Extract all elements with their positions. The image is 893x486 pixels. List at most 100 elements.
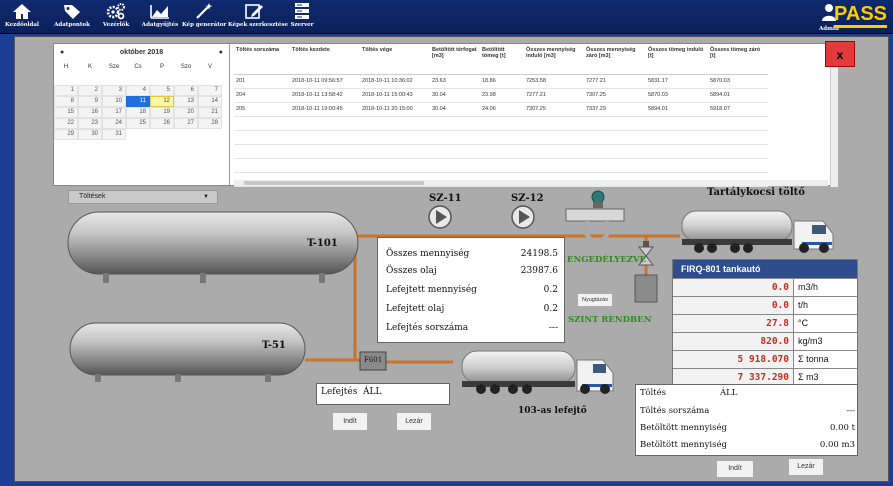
- calendar-day[interactable]: 1: [54, 85, 78, 96]
- table-header-cell[interactable]: Töltés vége: [360, 44, 430, 75]
- toolbar-imagegen-label: Kép generátor: [182, 22, 227, 28]
- unloading-status-box: Lefejtés ÁLL: [316, 383, 450, 405]
- table-empty-cell: [708, 144, 768, 159]
- table-empty-cell: [290, 116, 360, 131]
- calendar-day[interactable]: 30: [78, 129, 102, 140]
- pump-sz12[interactable]: [511, 205, 535, 229]
- info-value: 0.2: [543, 304, 558, 314]
- info-row: Lefejtett olaj 0.2: [386, 304, 558, 318]
- calendar-day[interactable]: 12: [150, 96, 174, 107]
- table-empty-cell: [708, 116, 768, 131]
- calendar-day: [174, 74, 198, 85]
- calendar-day[interactable]: 8: [54, 96, 78, 107]
- table-header-cell[interactable]: Összes mennyiség induló [m3]: [524, 44, 584, 75]
- calendar-day[interactable]: 19: [150, 107, 174, 118]
- toolbar-datacollection-button[interactable]: Adatgyűjtés: [138, 2, 182, 32]
- calendar-day[interactable]: 22: [54, 118, 78, 129]
- calendar-day[interactable]: 25: [126, 118, 150, 129]
- loading-truck: [681, 210, 834, 253]
- calendar-day[interactable]: 15: [54, 107, 78, 118]
- calendar-day[interactable]: 10: [102, 96, 126, 107]
- table-header-cell[interactable]: Összes tömeg induló [t]: [646, 44, 708, 75]
- scroll-thumb[interactable]: [244, 181, 424, 185]
- calendar-day[interactable]: 24: [102, 118, 126, 129]
- unloading-start-button[interactable]: Indít: [332, 412, 368, 431]
- calendar-day[interactable]: 2: [78, 85, 102, 96]
- calendar-day[interactable]: 16: [78, 107, 102, 118]
- info-row: Lefejtett mennyiség 0.2: [386, 285, 558, 299]
- table-header-cell[interactable]: Betöltött tömeg [t]: [480, 44, 524, 75]
- calendar-day[interactable]: 4: [126, 85, 150, 96]
- calendar-day[interactable]: 5: [150, 85, 174, 96]
- loading-stop-button[interactable]: Lezár: [788, 458, 824, 476]
- flow-meter[interactable]: [565, 190, 625, 243]
- table-row[interactable]: 204 2018-10-11 13:58:42 2018-10-11 15:00:4…: [234, 88, 768, 103]
- calendar-day[interactable]: 14: [198, 96, 222, 107]
- table-cell: 5870.03: [646, 88, 708, 103]
- calendar-day[interactable]: 13: [174, 96, 198, 107]
- table-cell: 7277.21: [524, 88, 584, 103]
- toolbar-imagegen-button[interactable]: Kép generátor: [182, 2, 226, 32]
- calendar-day[interactable]: 3: [102, 85, 126, 96]
- calendar-day[interactable]: 17: [102, 107, 126, 118]
- firq-row: 0.0 m3/h: [673, 278, 857, 296]
- table-header-cell[interactable]: Összes tömeg záró [t]: [708, 44, 768, 75]
- tank-t51[interactable]: [69, 322, 306, 382]
- info-value: 0.2: [543, 285, 558, 295]
- table-header-cell[interactable]: Összes mennyiség záró [m3]: [584, 44, 646, 75]
- toolbar-imageedit-button[interactable]: Képek szerkesztése: [228, 2, 289, 32]
- calendar-day[interactable]: 7: [198, 85, 222, 96]
- toolbar-home-button[interactable]: Kezdőoldal: [0, 2, 44, 32]
- calendar-day[interactable]: 11: [126, 96, 150, 107]
- table-empty-cell: [646, 116, 708, 131]
- calendar-day[interactable]: 23: [78, 118, 102, 129]
- calendar-day[interactable]: 6: [174, 85, 198, 96]
- calendar-day: [198, 74, 222, 85]
- calendar-prev-icon[interactable]: ●: [60, 49, 64, 56]
- view-select[interactable]: Töltések ▼: [68, 190, 218, 204]
- unloading-stop-button[interactable]: Lezár: [396, 412, 432, 431]
- acknowledge-button[interactable]: Nyugtázás: [577, 293, 613, 307]
- toolbar-server-button[interactable]: Szerver: [280, 2, 324, 32]
- calendar-day[interactable]: 26: [150, 118, 174, 129]
- table-cell: 2018-10-11 10:36:02: [360, 74, 430, 89]
- close-button[interactable]: x: [825, 41, 855, 67]
- table-empty-cell: [584, 158, 646, 173]
- calendar-week: 1234567: [54, 85, 229, 96]
- calendar-day[interactable]: 27: [174, 118, 198, 129]
- table-empty-cell: [360, 116, 430, 131]
- firq-value: 5 918.070: [673, 351, 793, 368]
- calendar-day[interactable]: 29: [54, 129, 78, 140]
- table-cell: 2018-10-11 20:15:00: [360, 102, 430, 117]
- calendar-day: [174, 129, 198, 140]
- table-row[interactable]: 201 2018-10-11 09:56:57 2018-10-11 10:36:0…: [234, 74, 768, 89]
- calendar-next-icon[interactable]: ●: [219, 49, 223, 56]
- table-cell: 30.04: [430, 102, 480, 117]
- calendar-day[interactable]: 9: [78, 96, 102, 107]
- toolbar-datapoints-button[interactable]: Adatpontok: [50, 2, 94, 32]
- table-horizontal-scrollbar[interactable]: [234, 180, 828, 186]
- calendar-weekdays: H K Sze Cs P Szo V: [54, 60, 229, 74]
- toolbar-controllers-button[interactable]: Vezérlők: [94, 2, 138, 32]
- toolbar-imageedit-label: Képek szerkesztése: [228, 22, 289, 28]
- table-cell: 30.04: [430, 88, 480, 103]
- calendar-day[interactable]: 28: [198, 118, 222, 129]
- toolbar-server-label: Szerver: [290, 22, 314, 28]
- permission-status: ENGEDÉLYEZVE: [567, 255, 647, 265]
- table-row[interactable]: 205 2018-10-11 19:00:45 2018-10-11 20:15:0…: [234, 102, 768, 117]
- info-label: Lefejtett olaj: [386, 304, 445, 314]
- table-cell: 23.98: [480, 88, 524, 103]
- calendar-day[interactable]: 18: [126, 107, 150, 118]
- table-body: 201 2018-10-11 09:56:57 2018-10-11 10:36:0…: [234, 74, 768, 187]
- table-empty-row: [234, 158, 768, 173]
- calendar-day[interactable]: 31: [102, 129, 126, 140]
- calendar-day[interactable]: 20: [174, 107, 198, 118]
- loading-start-button[interactable]: Indít: [716, 460, 754, 478]
- pump-sz11[interactable]: [428, 205, 452, 229]
- unloading-label: Lefejtés: [321, 387, 358, 397]
- table-header-cell[interactable]: Töltés sorszáma: [234, 44, 290, 75]
- table-header-cell[interactable]: Betöltött térfogat [m3]: [430, 44, 480, 75]
- info-label: Összes mennyiség: [386, 249, 470, 259]
- table-header-cell[interactable]: Töltés kezdete: [290, 44, 360, 75]
- calendar-day[interactable]: 21: [198, 107, 222, 118]
